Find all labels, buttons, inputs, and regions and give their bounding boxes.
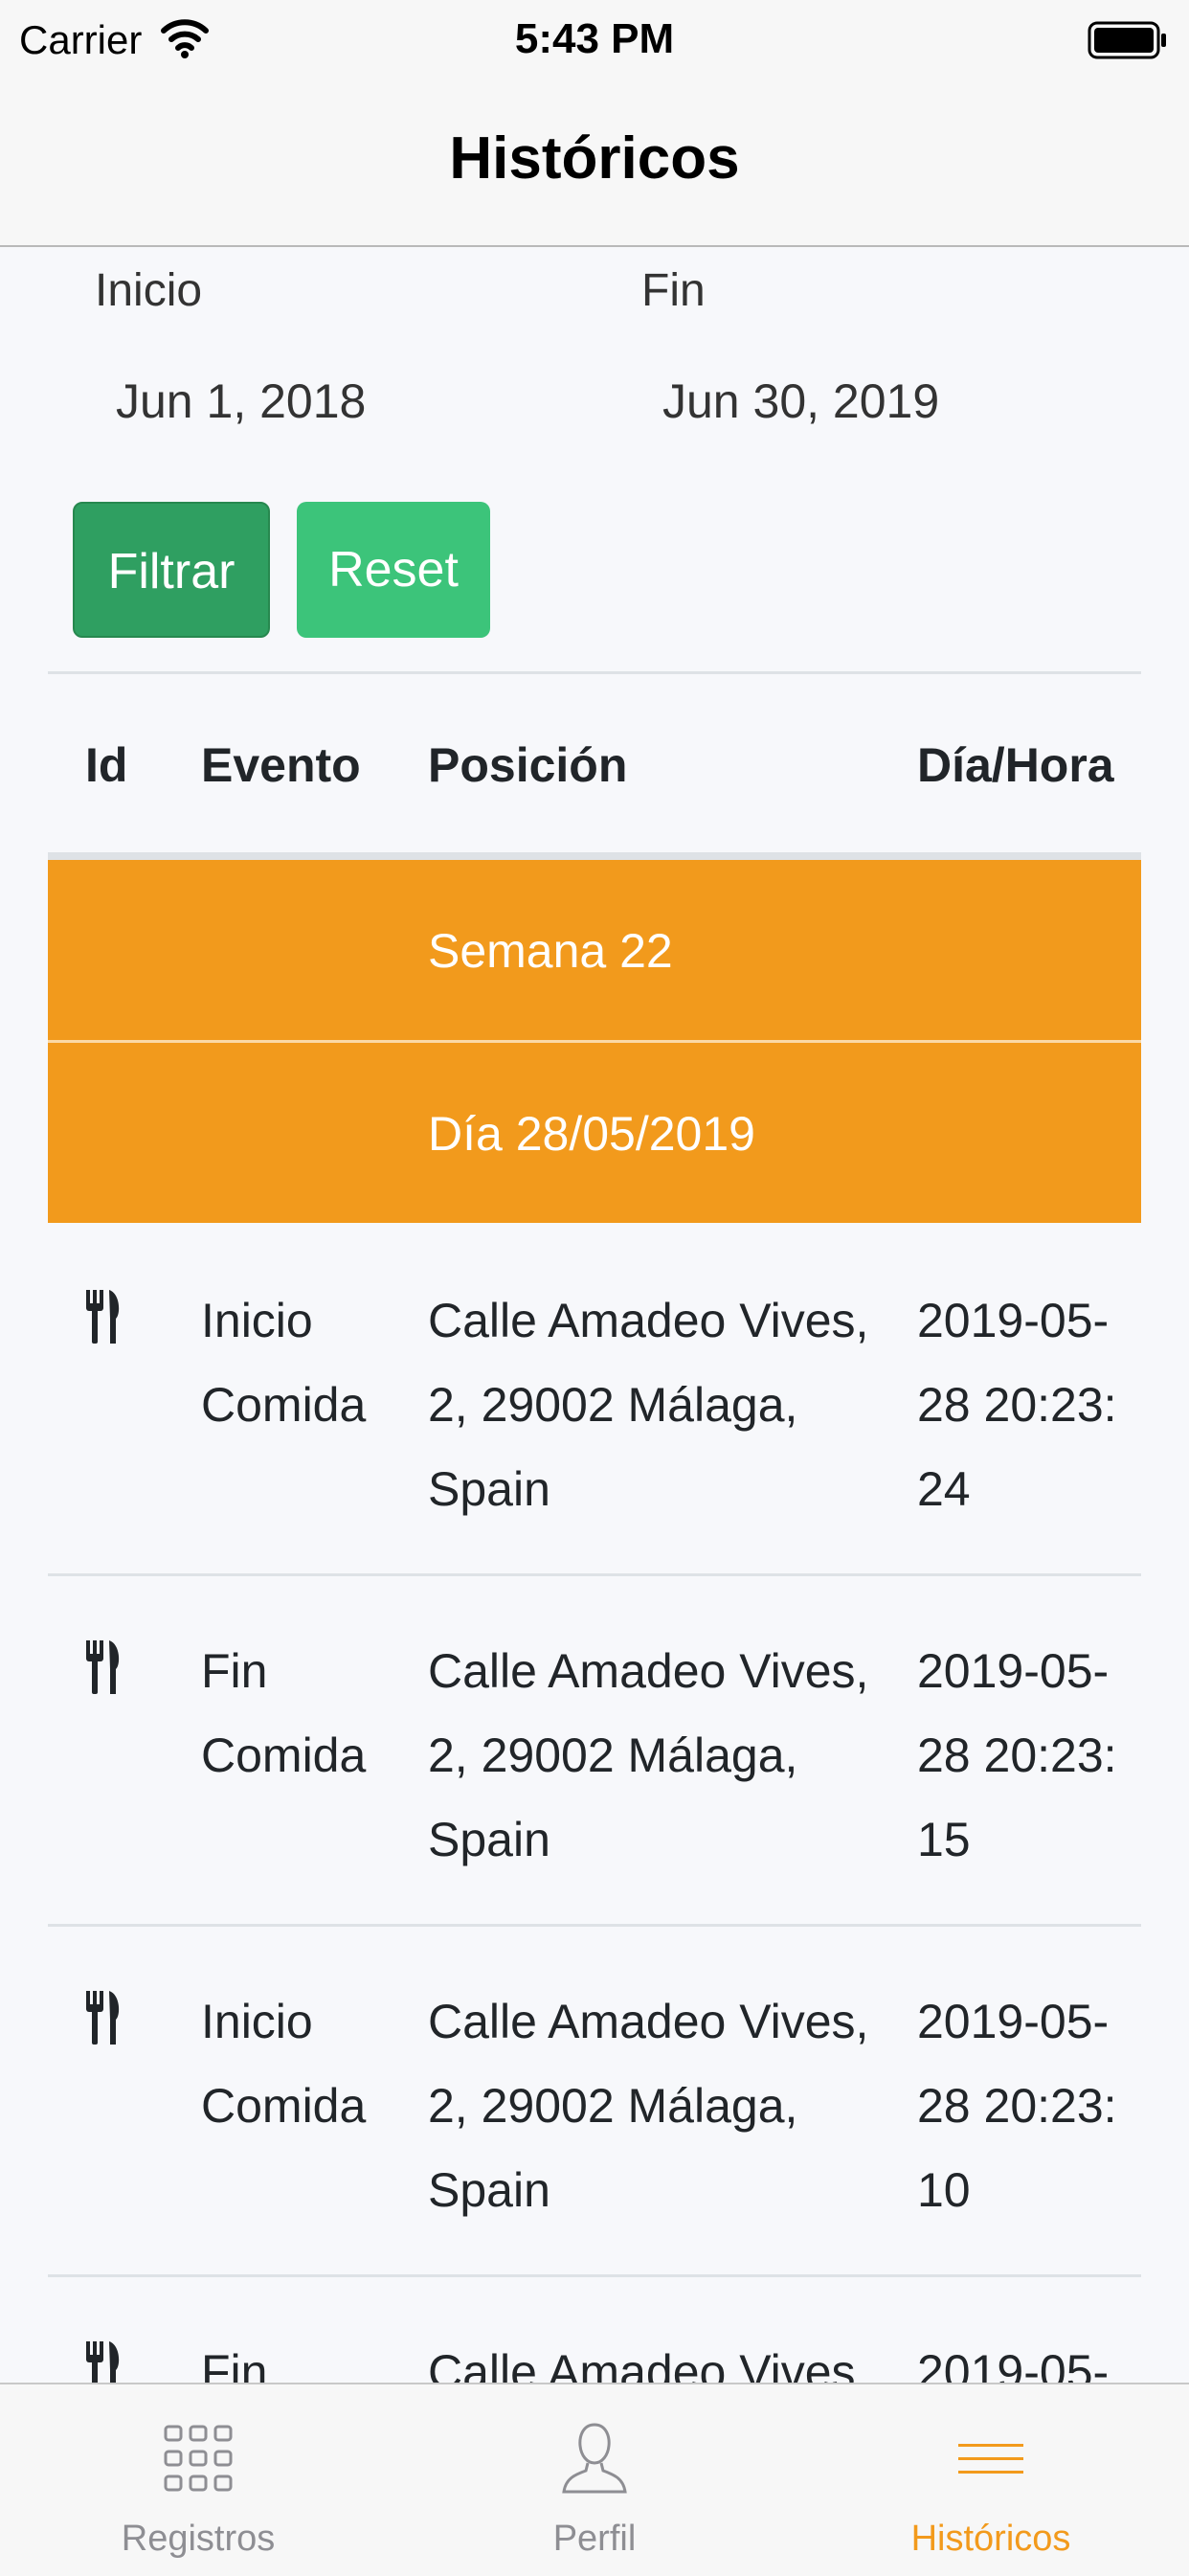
tab-label: Históricos	[910, 2519, 1071, 2559]
table-row[interactable]: Inicio Comida Calle Amadeo Vives, 2, 290…	[48, 1223, 1141, 1576]
reset-button[interactable]: Reset	[297, 502, 490, 638]
column-header-posicion: Posición	[428, 738, 628, 792]
tab-registros[interactable]: Registros	[0, 2384, 396, 2576]
column-header-id: Id	[85, 738, 128, 792]
battery-icon	[1088, 21, 1166, 59]
day-label: Día 28/05/2019	[428, 1107, 755, 1161]
start-date-label: Inicio	[95, 265, 203, 316]
event-cell: Inicio Comida	[201, 1995, 367, 2133]
tab-bar: Registros Perfil Históricos	[0, 2383, 1189, 2576]
position-cell: Calle Amadeo Vives, 2, 29002 Málaga, Spa…	[428, 1294, 869, 1516]
datetime-cell: 2019-05-28 20:23:10	[917, 1995, 1117, 2217]
tab-label: Perfil	[552, 2519, 637, 2559]
end-date-label: Fin	[641, 265, 706, 316]
column-header-dia-hora: Día/Hora	[917, 738, 1114, 792]
fork-knife-icon	[86, 1290, 120, 1344]
table-row[interactable]: Inicio Comida Calle Amadeo Vives, 2, 290…	[48, 1924, 1141, 2277]
day-group-row: Día 28/05/2019	[48, 1043, 1141, 1223]
column-header-evento: Evento	[201, 738, 361, 792]
tab-historicos[interactable]: Históricos	[793, 2384, 1189, 2576]
week-group-row: Semana 22	[48, 860, 1141, 1040]
table-row[interactable]: Fin Comida Calle Amadeo Vives, 2, 29002 …	[48, 2274, 1141, 2383]
tab-label: Registros	[121, 2519, 276, 2559]
position-cell: Calle Amadeo Vives, 2, 29002 Málaga, Spa…	[428, 1644, 869, 1866]
page-title: Históricos	[449, 125, 740, 192]
event-cell: Inicio Comida	[201, 1294, 367, 1432]
menu-lines-icon	[958, 2444, 1023, 2474]
filter-button[interactable]: Filtrar	[73, 502, 270, 638]
week-label: Semana 22	[428, 924, 673, 978]
tab-perfil[interactable]: Perfil	[396, 2384, 793, 2576]
datetime-cell: 2019-05-28 20:23:24	[917, 1294, 1117, 1516]
datetime-cell: 2019-05-28 20:23:15	[917, 1644, 1117, 1866]
event-cell: Fin Comida	[201, 1644, 367, 1782]
fork-knife-icon	[86, 2341, 120, 2383]
fork-knife-icon	[86, 1991, 120, 2045]
divider	[48, 671, 1141, 674]
header-divider	[48, 852, 1141, 860]
position-cell: Calle Amadeo Vives, 2, 29002 Málaga, Spa…	[428, 1995, 869, 2217]
start-date-field[interactable]: Jun 1, 2018	[116, 373, 366, 429]
status-bar: Carrier 5:43 PM	[0, 0, 1189, 82]
event-cell: Fin Comida	[201, 2345, 268, 2383]
grid-icon	[164, 2425, 233, 2492]
historicos-content[interactable]: Inicio Fin Jun 1, 2018 Jun 30, 2019 Filt…	[0, 247, 1189, 2383]
fork-knife-icon	[86, 1640, 120, 1694]
navigation-bar: Históricos	[0, 82, 1189, 247]
table-row[interactable]: Fin Comida Calle Amadeo Vives, 2, 29002 …	[48, 1573, 1141, 1927]
position-cell: Calle Amadeo Vives, 2, 29002 Málaga, Spa…	[428, 2345, 869, 2383]
end-date-field[interactable]: Jun 30, 2019	[662, 373, 939, 429]
person-icon	[562, 2423, 627, 2494]
datetime-cell: 2019-05-28	[917, 2345, 1110, 2383]
status-time: 5:43 PM	[514, 15, 675, 62]
